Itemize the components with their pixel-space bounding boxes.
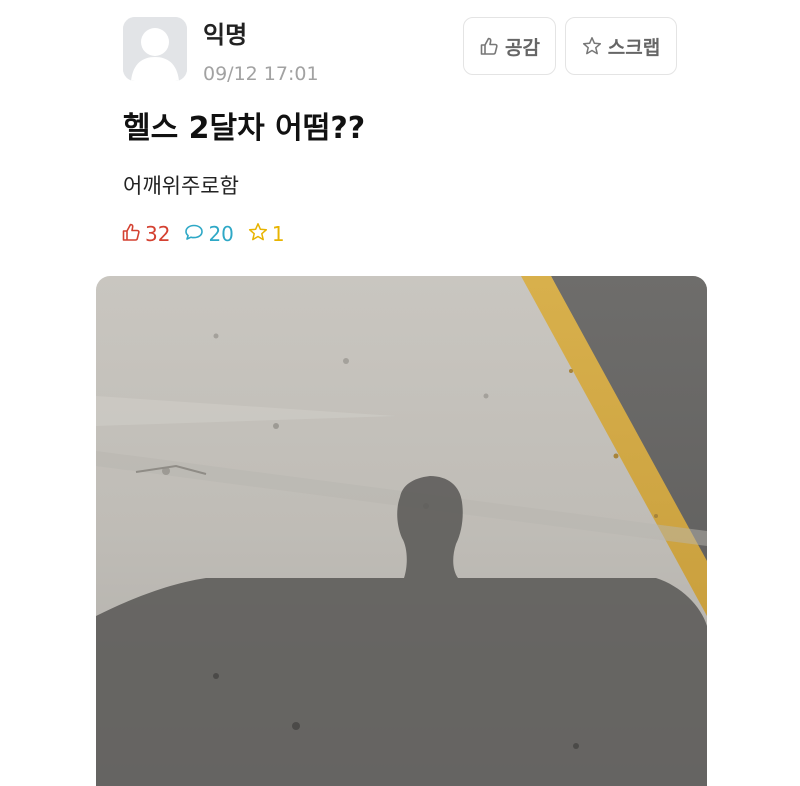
- like-button-label: 공감: [505, 36, 540, 59]
- scrap-count: 1: [248, 222, 285, 247]
- scrap-count-value: 1: [271, 222, 285, 246]
- scrap-button-label: 스크랩: [607, 36, 661, 59]
- star-icon: [582, 36, 602, 56]
- post-image[interactable]: [96, 276, 707, 786]
- like-count: 32: [121, 222, 170, 247]
- comment-count: 20: [184, 222, 234, 247]
- author-name: 익명: [203, 21, 248, 49]
- shadow-photo: [96, 276, 707, 786]
- comment-count-value: 20: [208, 222, 234, 246]
- post-title: 헬스 2달차 어떰??: [123, 111, 366, 146]
- like-count-value: 32: [145, 222, 171, 246]
- avatar: [123, 17, 187, 81]
- thumbs-up-icon: [479, 36, 499, 56]
- like-button[interactable]: 공감: [463, 17, 556, 75]
- post-view: 익명 09/12 17:01 공감 스크랩 헬스 2달차 어떰?? 어깨위주로함…: [0, 0, 800, 786]
- thumbs-up-icon: [121, 222, 141, 247]
- speech-bubble-icon: [184, 222, 204, 247]
- star-icon: [248, 222, 268, 247]
- default-avatar-icon: [123, 17, 187, 81]
- scrap-button[interactable]: 스크랩: [565, 17, 677, 75]
- post-timestamp: 09/12 17:01: [203, 63, 319, 85]
- post-stats: 32 20 1: [121, 220, 299, 248]
- post-body: 어깨위주로함: [123, 174, 239, 198]
